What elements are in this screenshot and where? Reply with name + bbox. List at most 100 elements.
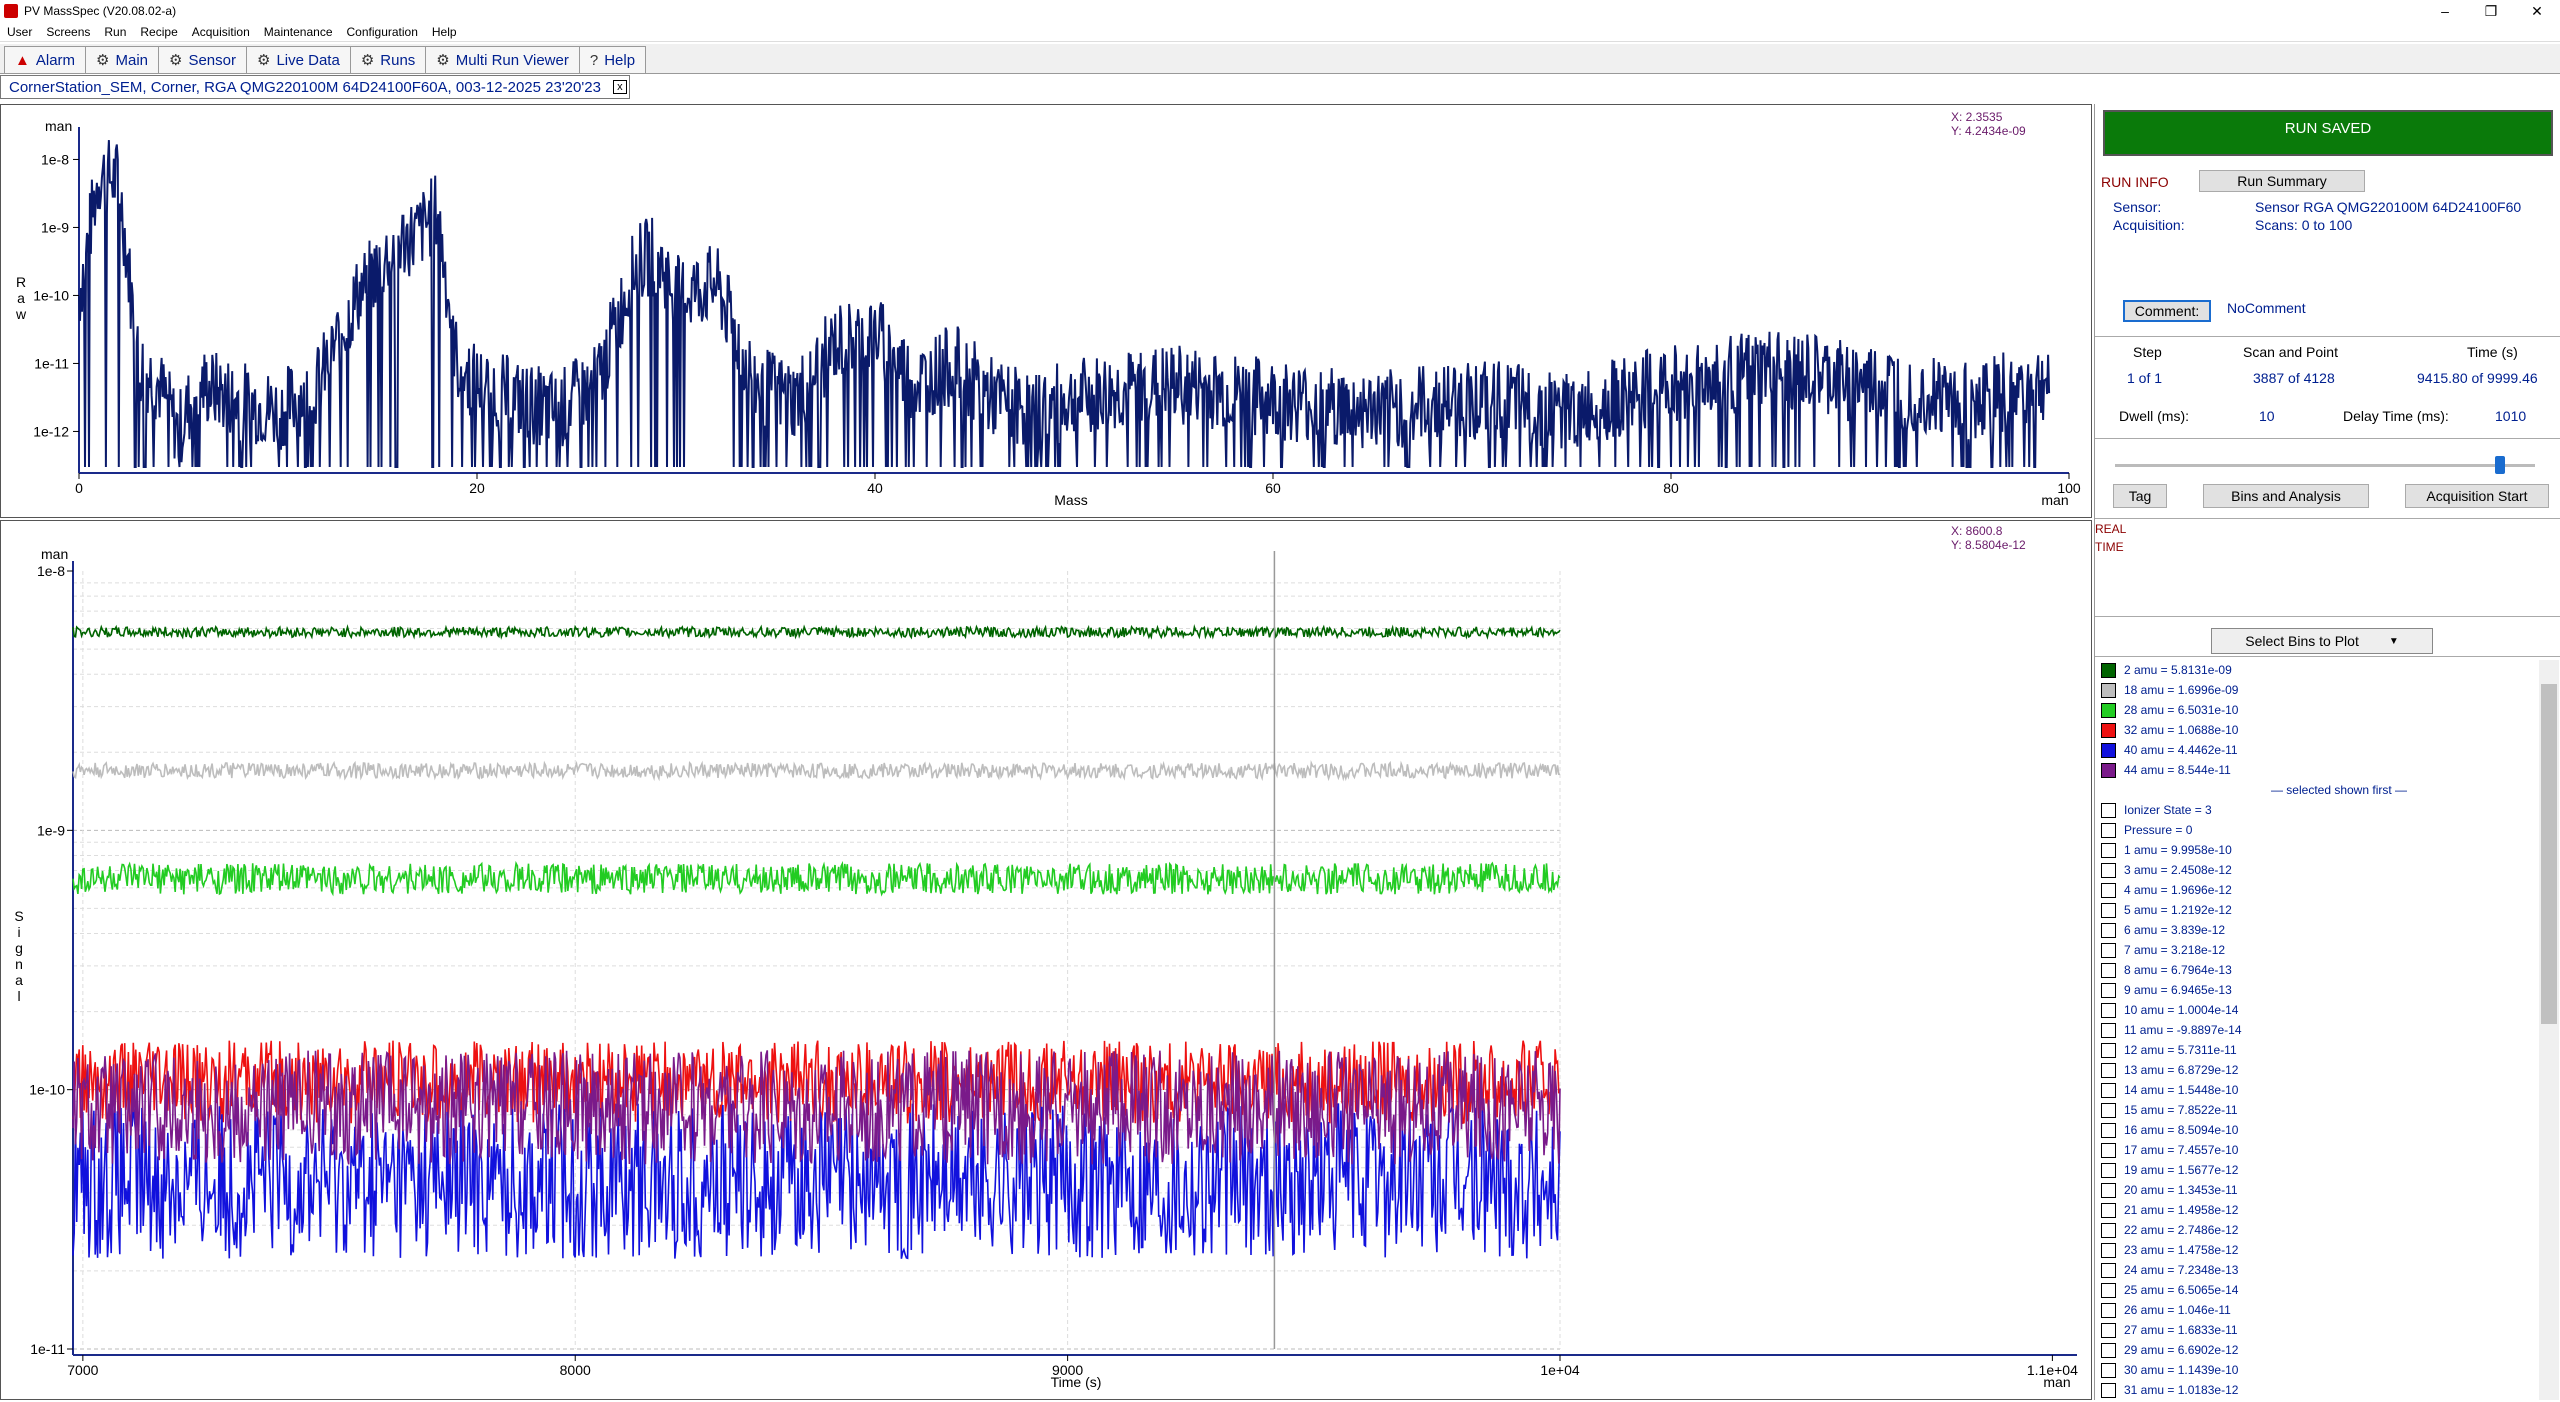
bin-row[interactable]: 12 amu = 5.7311e-11 — [2099, 1040, 2539, 1060]
bin-row[interactable]: Ionizer State = 3 — [2099, 800, 2539, 820]
bin-row[interactable]: 14 amu = 1.5448e-10 — [2099, 1080, 2539, 1100]
bin-row[interactable]: 7 amu = 3.218e-12 — [2099, 940, 2539, 960]
bin-checkbox[interactable] — [2101, 1242, 2116, 1258]
bin-checkbox[interactable] — [2101, 1202, 2116, 1218]
bin-row[interactable]: 15 amu = 7.8522e-11 — [2099, 1100, 2539, 1120]
bin-checkbox[interactable] — [2101, 1262, 2116, 1278]
run-summary-button[interactable]: Run Summary — [2199, 170, 2365, 192]
comment-button[interactable]: Comment: — [2123, 300, 2211, 322]
bin-checkbox[interactable] — [2101, 1322, 2116, 1338]
bin-row[interactable]: 26 amu = 1.046e-11 — [2099, 1300, 2539, 1320]
run-tab-close-icon[interactable]: x — [612, 80, 627, 94]
menu-screens[interactable]: Screens — [39, 25, 97, 39]
bin-row[interactable]: 32 amu = 1.0688e-10 — [2099, 720, 2539, 740]
bin-row[interactable]: 5 amu = 1.2192e-12 — [2099, 900, 2539, 920]
scan-slider-track[interactable] — [2115, 464, 2535, 467]
menu-run[interactable]: Run — [97, 25, 133, 39]
menu-configuration[interactable]: Configuration — [340, 25, 425, 39]
comment-value[interactable]: NoComment — [2227, 300, 2306, 316]
bin-row[interactable]: 24 amu = 7.2348e-13 — [2099, 1260, 2539, 1280]
bin-checkbox[interactable] — [2101, 802, 2116, 818]
bin-checkbox[interactable] — [2101, 1082, 2116, 1098]
bin-row[interactable]: 2 amu = 5.8131e-09 — [2099, 660, 2539, 680]
minimize-button[interactable]: – — [2422, 0, 2468, 22]
bin-checkbox[interactable] — [2101, 1062, 2116, 1078]
menu-user[interactable]: User — [0, 25, 39, 39]
bin-row[interactable]: 4 amu = 1.9696e-12 — [2099, 880, 2539, 900]
bin-row[interactable]: 19 amu = 1.5677e-12 — [2099, 1160, 2539, 1180]
bin-row[interactable]: 6 amu = 3.839e-12 — [2099, 920, 2539, 940]
tab-live-data[interactable]: ⚙ Live Data — [245, 46, 351, 73]
tab-help[interactable]: ? Help — [578, 46, 647, 73]
bin-checkbox[interactable] — [2101, 1302, 2116, 1318]
tab-sensor[interactable]: ⚙ Sensor — [158, 46, 247, 73]
select-bins-dropdown[interactable]: Select Bins to Plot ▼ — [2211, 628, 2433, 654]
bin-row[interactable]: 8 amu = 6.7964e-13 — [2099, 960, 2539, 980]
bin-checkbox[interactable] — [2101, 762, 2116, 778]
menu-acquisition[interactable]: Acquisition — [185, 25, 257, 39]
bin-row[interactable]: 29 amu = 6.6902e-12 — [2099, 1340, 2539, 1360]
bin-row[interactable]: 18 amu = 1.6996e-09 — [2099, 680, 2539, 700]
bin-checkbox[interactable] — [2101, 882, 2116, 898]
bin-checkbox[interactable] — [2101, 842, 2116, 858]
run-tab[interactable]: CornerStation_SEM, Corner, RGA QMG220100… — [0, 75, 630, 99]
tag-button[interactable]: Tag — [2113, 484, 2167, 508]
signal-time-plot[interactable]: 1e-8 1e-9 1e-10 1e-11 7000 8000 9000 1e+04 1.1e+… — [0, 520, 2092, 1400]
bin-checkbox[interactable] — [2101, 902, 2116, 918]
bin-checkbox[interactable] — [2101, 662, 2116, 678]
tab-runs[interactable]: ⚙ Runs — [349, 46, 427, 73]
bin-checkbox[interactable] — [2101, 942, 2116, 958]
bin-row[interactable]: 27 amu = 1.6833e-11 — [2099, 1320, 2539, 1340]
restore-button[interactable]: ❐ — [2468, 0, 2514, 22]
bin-checkbox[interactable] — [2101, 1342, 2116, 1358]
bin-checkbox[interactable] — [2101, 742, 2116, 758]
bin-row[interactable]: 10 amu = 1.0004e-14 — [2099, 1000, 2539, 1020]
bin-row[interactable]: 21 amu = 1.4958e-12 — [2099, 1200, 2539, 1220]
bin-row[interactable]: 40 amu = 4.4462e-11 — [2099, 740, 2539, 760]
bin-checkbox[interactable] — [2101, 1102, 2116, 1118]
bin-row[interactable]: 11 amu = -9.8897e-14 — [2099, 1020, 2539, 1040]
bin-checkbox[interactable] — [2101, 822, 2116, 838]
bin-checkbox[interactable] — [2101, 1142, 2116, 1158]
bin-checkbox[interactable] — [2101, 962, 2116, 978]
bin-checkbox[interactable] — [2101, 1382, 2116, 1398]
bin-row[interactable]: 1 amu = 9.9958e-10 — [2099, 840, 2539, 860]
bin-row[interactable]: 20 amu = 1.3453e-11 — [2099, 1180, 2539, 1200]
bin-checkbox[interactable] — [2101, 982, 2116, 998]
tab-alarm[interactable]: ▲ Alarm — [4, 46, 87, 73]
menu-maintenance[interactable]: Maintenance — [257, 25, 340, 39]
bin-row[interactable]: 22 amu = 2.7486e-12 — [2099, 1220, 2539, 1240]
raw-mass-plot[interactable]: 1e-8 1e-9 1e-10 1e-11 1e-12 0 20 40 60 80 100 Mass m… — [0, 104, 2092, 518]
close-button[interactable]: ✕ — [2514, 0, 2560, 22]
bin-checkbox[interactable] — [2101, 1042, 2116, 1058]
bin-row[interactable]: 13 amu = 6.8729e-12 — [2099, 1060, 2539, 1080]
bins-and-analysis-button[interactable]: Bins and Analysis — [2203, 484, 2369, 508]
bin-list-scroll-thumb[interactable] — [2541, 684, 2557, 1024]
tab-multi-run-viewer[interactable]: ⚙ Multi Run Viewer — [425, 46, 580, 73]
bin-row[interactable]: 17 amu = 7.4557e-10 — [2099, 1140, 2539, 1160]
bin-checkbox[interactable] — [2101, 702, 2116, 718]
acquisition-start-button[interactable]: Acquisition Start — [2405, 484, 2549, 508]
bin-checkbox[interactable] — [2101, 1182, 2116, 1198]
bin-row[interactable]: 44 amu = 8.544e-11 — [2099, 760, 2539, 780]
bin-row[interactable]: 30 amu = 1.1439e-10 — [2099, 1360, 2539, 1380]
signal-time-svg[interactable]: 1e-81e-91e-101e-117000 8000 9000 1e+04 1.1e+… — [1, 521, 2091, 1399]
bin-checkbox[interactable] — [2101, 1162, 2116, 1178]
bin-checkbox[interactable] — [2101, 1022, 2116, 1038]
menu-recipe[interactable]: Recipe — [133, 25, 184, 39]
bin-row[interactable]: — selected shown first — — [2099, 780, 2539, 800]
bin-checkbox[interactable] — [2101, 1362, 2116, 1378]
bin-row[interactable]: 3 amu = 2.4508e-12 — [2099, 860, 2539, 880]
bin-checkbox[interactable] — [2101, 922, 2116, 938]
bin-row[interactable]: 25 amu = 6.5065e-14 — [2099, 1280, 2539, 1300]
bin-checkbox[interactable] — [2101, 1282, 2116, 1298]
bin-row[interactable]: 16 amu = 8.5094e-10 — [2099, 1120, 2539, 1140]
bin-row[interactable]: 9 amu = 6.9465e-13 — [2099, 980, 2539, 1000]
bin-checkbox[interactable] — [2101, 862, 2116, 878]
menu-help[interactable]: Help — [425, 25, 464, 39]
bin-checkbox[interactable] — [2101, 682, 2116, 698]
bin-row[interactable]: 28 amu = 6.5031e-10 — [2099, 700, 2539, 720]
scan-slider-handle[interactable] — [2495, 456, 2505, 474]
bin-row[interactable]: Pressure = 0 — [2099, 820, 2539, 840]
bin-checkbox[interactable] — [2101, 1122, 2116, 1138]
